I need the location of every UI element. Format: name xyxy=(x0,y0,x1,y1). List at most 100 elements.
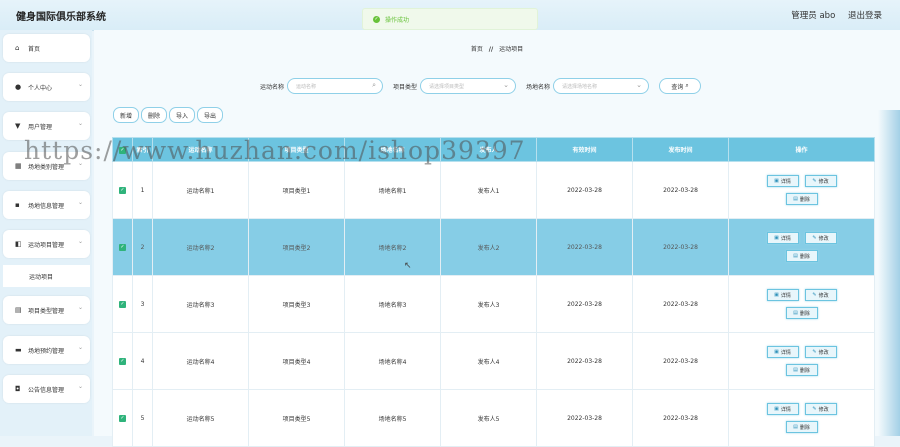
table-row[interactable]: ✓ 3 运动名称3 项目类型3 场地名称3 发布人3 2022-03-28 20… xyxy=(112,275,875,333)
cell-publish-time: 2022-03-28 xyxy=(632,389,729,447)
cell-venue-name: 场地名称3 xyxy=(344,275,441,333)
grid-icon: ▪ xyxy=(15,201,20,209)
table-row[interactable]: ✓ 4 运动名称4 项目类型4 场地名称4 发布人4 2022-03-28 20… xyxy=(112,332,875,390)
user-manage-icon: ▼ xyxy=(15,122,21,130)
cell-project-type: 项目类型4 xyxy=(248,332,345,390)
breadcrumb: 首页 // 运动项目 xyxy=(94,44,900,53)
sidebar-item-label: 场地信息管理 xyxy=(28,202,65,210)
cell-venue-name: 场地名称4 xyxy=(344,332,441,390)
detail-icon: ▣ xyxy=(774,349,779,355)
venue-name-placeholder: 请选择场地名称 xyxy=(562,83,598,90)
delete-button[interactable]: 删除 xyxy=(141,107,168,123)
breadcrumb-separator: // xyxy=(488,46,494,53)
sport-name-placeholder: 运动名称 xyxy=(296,83,317,90)
sidebar-item-notice[interactable]: ◘ 公告信息管理 ⌄ xyxy=(3,375,90,403)
cell-publish-time: 2022-03-28 xyxy=(632,275,729,333)
chevron-down-icon: ⌄ xyxy=(77,81,83,88)
cell-project-type: 项目类型2 xyxy=(248,218,345,276)
detail-button[interactable]: ▣ 详情 xyxy=(766,403,799,415)
sidebar-subitem-sport[interactable]: 运动项目 xyxy=(3,265,90,287)
sidebar-item-label: 项目类型管理 xyxy=(28,307,65,315)
breadcrumb-current: 运动项目 xyxy=(499,46,524,53)
trash-icon: ▤ xyxy=(793,196,798,202)
sidebar-item-label: 用户管理 xyxy=(28,123,53,131)
cell-operations: ▣ 详情 ✎ 修改 ▤ 删除 xyxy=(728,218,875,276)
search-icon: ⌕ xyxy=(372,81,377,89)
cell-sport-name: 运动名称5 xyxy=(152,389,249,447)
row-checkbox[interactable]: ✓ xyxy=(112,275,133,333)
venue-name-select[interactable]: 请选择场地名称 ⌄ xyxy=(553,78,650,94)
cell-valid-time: 2022-03-28 xyxy=(536,275,633,333)
sidebar-item-sport-project[interactable]: ◧ 运动项目管理 ⌄ xyxy=(3,230,90,258)
sidebar-item-venue-booking[interactable]: ▬ 场地预约管理 ⌄ xyxy=(3,336,90,364)
breadcrumb-home[interactable]: 首页 xyxy=(471,46,483,53)
person-icon: ● xyxy=(15,83,22,91)
col-publish-time[interactable]: 发布时间 xyxy=(632,137,729,162)
col-valid-time[interactable]: 有效时间 xyxy=(536,137,633,162)
row-delete-button[interactable]: ▤ 删除 xyxy=(785,421,818,433)
add-button[interactable]: 新增 xyxy=(113,107,140,123)
cell-project-type: 项目类型3 xyxy=(248,275,345,333)
sidebar-item-venue-info[interactable]: ▪ 场地信息管理 ⌄ xyxy=(3,191,90,219)
row-delete-button[interactable]: ▤ 删除 xyxy=(785,193,818,205)
detail-button[interactable]: ▣ 详情 xyxy=(766,346,799,358)
row-delete-button[interactable]: ▤ 删除 xyxy=(785,307,818,319)
row-checkbox[interactable]: ✓ xyxy=(112,218,133,276)
success-toast: ✓ 操作成功 xyxy=(362,8,538,30)
edit-button[interactable]: ✎ 修改 xyxy=(804,346,837,358)
project-type-select[interactable]: 请选择项目类型 ⌄ xyxy=(420,78,517,94)
import-button[interactable]: 导入 xyxy=(169,107,196,123)
decorative-wave xyxy=(878,110,900,436)
home-icon: ⌂ xyxy=(15,44,20,52)
cell-index: 1 xyxy=(132,161,153,219)
cell-operations: ▣ 详情 ✎ 修改 ▤ 删除 xyxy=(728,389,875,447)
cell-valid-time: 2022-03-28 xyxy=(536,218,633,276)
row-delete-button[interactable]: ▤ 删除 xyxy=(785,250,818,262)
row-checkbox[interactable]: ✓ xyxy=(112,332,133,390)
row-checkbox[interactable]: ✓ xyxy=(112,389,133,447)
cell-index: 5 xyxy=(132,389,153,447)
col-operations: 操作 xyxy=(728,137,875,162)
table-row[interactable]: ✓ 1 运动名称1 项目类型1 场地名称1 发布人1 2022-03-28 20… xyxy=(112,161,875,219)
cell-publish-time: 2022-03-28 xyxy=(632,161,729,219)
detail-button[interactable]: ▣ 详情 xyxy=(766,175,799,187)
sport-name-input[interactable]: 运动名称 ⌕ xyxy=(287,78,384,94)
chevron-down-icon: ⌄ xyxy=(503,81,510,89)
cell-sport-name: 运动名称4 xyxy=(152,332,249,390)
cell-publisher: 发布人1 xyxy=(440,161,537,219)
sidebar: ⌂ 首页 ● 个人中心 ⌄ ▼ 用户管理 ⌄ ▦ 场地类别管理 ⌄ ▪ 场地信息… xyxy=(0,30,92,436)
cell-venue-name: 场地名称2 xyxy=(344,218,441,276)
cell-venue-name: 场地名称5 xyxy=(344,389,441,447)
notice-icon: ◘ xyxy=(15,385,21,393)
cell-venue-name: 场地名称1 xyxy=(344,161,441,219)
chevron-down-icon: ⌄ xyxy=(77,383,83,390)
cell-index: 3 xyxy=(132,275,153,333)
row-checkbox[interactable]: ✓ xyxy=(112,161,133,219)
export-button[interactable]: 导出 xyxy=(197,107,224,123)
table-row[interactable]: ✓ 5 运动名称5 项目类型5 场地名称5 发布人5 2022-03-28 20… xyxy=(112,389,875,447)
detail-button[interactable]: ▣ 详情 xyxy=(766,232,799,244)
admin-user-label[interactable]: 管理员 abo xyxy=(791,11,835,21)
sidebar-item-label: 运动项目管理 xyxy=(28,241,65,249)
success-icon: ✓ xyxy=(373,15,380,23)
sidebar-item-project-type[interactable]: ▤ 项目类型管理 ⌄ xyxy=(3,296,90,324)
edit-button[interactable]: ✎ 修改 xyxy=(804,403,837,415)
logout-link[interactable]: 退出登录 xyxy=(848,11,882,21)
search-button[interactable]: 查询 ⌕ xyxy=(659,78,702,94)
cell-publisher: 发布人5 xyxy=(440,389,537,447)
project-type-placeholder: 请选择项目类型 xyxy=(429,83,465,90)
app-title: 健身国际俱乐部系统 xyxy=(16,12,106,23)
chevron-down-icon: ⌄ xyxy=(77,304,83,311)
row-delete-button[interactable]: ▤ 删除 xyxy=(785,364,818,376)
edit-button[interactable]: ✎ 修改 xyxy=(804,289,837,301)
sidebar-item-home[interactable]: ⌂ 首页 xyxy=(3,34,90,62)
detail-button[interactable]: ▣ 详情 xyxy=(766,289,799,301)
edit-button[interactable]: ✎ 修改 xyxy=(804,232,837,244)
table-row-selected[interactable]: ✓ 2 运动名称2 项目类型2 场地名称2 发布人2 2022-03-28 20… xyxy=(112,218,875,276)
edit-button[interactable]: ✎ 修改 xyxy=(804,175,837,187)
type-icon: ▤ xyxy=(15,306,22,314)
chevron-down-icon: ⌄ xyxy=(77,120,83,127)
trash-icon: ▤ xyxy=(793,310,798,316)
sidebar-item-personal-center[interactable]: ● 个人中心 ⌄ xyxy=(3,73,90,101)
cell-sport-name: 运动名称2 xyxy=(152,218,249,276)
